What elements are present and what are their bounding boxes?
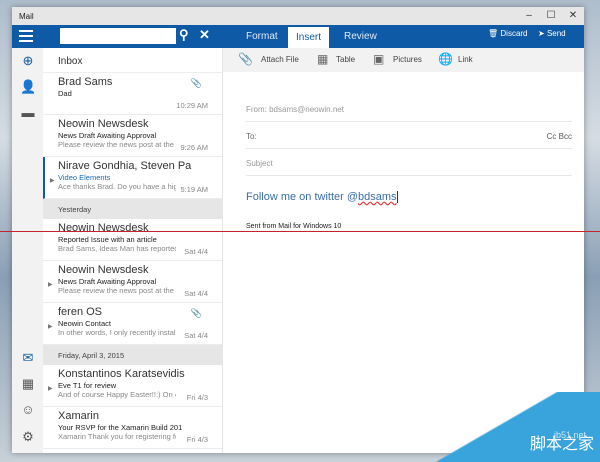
feedback-smiley-icon[interactable]: ☺ bbox=[20, 402, 36, 417]
calendar-icon[interactable]: ▦ bbox=[20, 376, 36, 392]
preview: In other words, I only recently instal bbox=[58, 328, 176, 337]
send-button[interactable]: ➤ Send bbox=[538, 29, 566, 38]
folder-title: Inbox bbox=[43, 48, 222, 73]
message-item[interactable]: ▶ feren OS Neowin Contact In other words, I… bbox=[43, 303, 222, 345]
attachment-icon: 📎 bbox=[190, 308, 202, 318]
expand-thread-icon[interactable]: ▶ bbox=[48, 323, 53, 330]
sender: feren OS bbox=[58, 306, 103, 318]
expand-thread-icon[interactable]: ▶ bbox=[48, 385, 53, 392]
tab-insert[interactable]: Insert bbox=[288, 27, 330, 48]
red-guide-line bbox=[0, 231, 600, 232]
preview: Xamarin Thank you for registering fc bbox=[58, 432, 176, 441]
table-icon: ▦ bbox=[317, 52, 329, 66]
to-label: To: bbox=[246, 132, 257, 141]
message-item[interactable]: Brad Sams Dad 📎 10:29 AM bbox=[43, 73, 222, 115]
subject: Reported Issue with an article bbox=[58, 235, 157, 244]
expand-thread-icon[interactable]: ▶ bbox=[48, 281, 53, 288]
subject: Eve T1 for review bbox=[58, 381, 117, 390]
message-item[interactable]: ▶ Konstantinos Karatsevidis Eve T1 for rev… bbox=[43, 365, 222, 407]
message-list: Inbox Brad Sams Dad 📎 10:29 AM Neowin Newsd… bbox=[43, 48, 223, 453]
search-input[interactable] bbox=[60, 28, 176, 44]
preview: And of course Happy Easter!!:) On 4 bbox=[58, 390, 176, 399]
time: 9:26 AM bbox=[180, 143, 208, 152]
maximize-button[interactable]: ☐ bbox=[540, 7, 562, 25]
subject-field[interactable]: Subject bbox=[246, 150, 572, 176]
time: Sat 4/4 bbox=[184, 331, 208, 340]
sender: Konstantinos Karatsevidis bbox=[58, 368, 185, 380]
sender: Neowin Newsdesk bbox=[58, 222, 149, 234]
cc-bcc-button[interactable]: Cc Bcc bbox=[547, 132, 572, 141]
subject: News Draft Awaiting Approval bbox=[58, 277, 157, 286]
sender: Xamarin bbox=[58, 410, 99, 422]
table-button[interactable]: Table bbox=[336, 55, 355, 64]
trash-icon: 🗑 bbox=[488, 29, 499, 38]
preview: Please review the news post at the t bbox=[58, 286, 176, 295]
time: 5:19 AM bbox=[180, 185, 208, 194]
send-icon: ➤ bbox=[538, 29, 545, 38]
tab-format[interactable]: Format bbox=[238, 25, 286, 48]
time: Fri 4/3 bbox=[186, 435, 208, 444]
message-item[interactable]: Neowin Newsdesk Reported Issue with an ar… bbox=[43, 219, 222, 261]
folders-icon[interactable]: ▬ bbox=[20, 105, 36, 120]
group-header: Friday, April 3, 2015 bbox=[43, 345, 222, 365]
link-globe-icon: 🌐 bbox=[438, 52, 453, 66]
paperclip-icon: 📎 bbox=[238, 52, 253, 66]
sender: Brad Sams bbox=[58, 76, 113, 88]
twitter-handle: bdsams bbox=[358, 191, 398, 203]
signature: Sent from Mail for Windows 10 bbox=[246, 223, 342, 230]
attachment-icon: 📎 bbox=[190, 78, 202, 88]
message-item[interactable]: Xamarin Your RSVP for the Xamarin Build 2… bbox=[43, 407, 222, 449]
expand-thread-icon[interactable]: ▶ bbox=[50, 177, 55, 184]
close-button[interactable]: ✕ bbox=[562, 7, 584, 25]
preview: Please review the news post at the bbox=[58, 140, 174, 149]
attach-file-button[interactable]: Attach File bbox=[261, 55, 299, 64]
group-header: Yesterday bbox=[43, 199, 222, 219]
mail-icon[interactable]: ✉ bbox=[20, 350, 36, 366]
to-field[interactable]: To: Cc Bcc bbox=[246, 123, 572, 149]
left-rail: ⊕ 👤 ▬ ✉ ▦ ☺ ⚙ bbox=[12, 48, 43, 453]
insert-toolbar: 📎 Attach File ▦ Table ▣ Pictures 🌐 Link bbox=[223, 48, 584, 72]
window-title: Mail bbox=[19, 12, 34, 21]
watermark-logo: jb51.net 脚本之家 bbox=[420, 392, 600, 462]
subject: Dad bbox=[58, 89, 72, 98]
link-button[interactable]: Link bbox=[458, 55, 473, 64]
settings-gear-icon[interactable]: ⚙ bbox=[20, 429, 36, 445]
discard-label: Discard bbox=[500, 29, 528, 38]
time: Sat 4/4 bbox=[184, 247, 208, 256]
send-label: Send bbox=[546, 29, 566, 38]
message-item[interactable]: ▶ Neowin Newsdesk News Draft Awaiting Appr… bbox=[43, 261, 222, 303]
discard-button[interactable]: 🗑 Discard bbox=[488, 29, 528, 38]
mail-window: Mail – ☐ ✕ ⚲ ✕ Format Insert Review 🗑 Di… bbox=[12, 7, 584, 453]
message-item[interactable]: Neowin Newsdesk News Draft Awaiting Appro… bbox=[43, 115, 222, 157]
time: 10:29 AM bbox=[176, 101, 208, 110]
accounts-icon[interactable]: 👤 bbox=[20, 79, 36, 95]
from-field[interactable]: From: bdsams@neowin.net bbox=[246, 96, 572, 122]
title-bar: Mail – ☐ ✕ bbox=[12, 7, 584, 25]
sender: Nirave Gondhia, Steven Pa bbox=[58, 160, 192, 172]
preview: Brad Sams, Ideas Man has reported bbox=[58, 244, 176, 253]
tab-review[interactable]: Review bbox=[336, 25, 385, 48]
preview: Ace thanks Brad. Do you have a hig bbox=[58, 182, 176, 191]
subject: Your RSVP for the Xamarin Build 201 bbox=[58, 423, 183, 432]
new-mail-icon[interactable]: ⊕ bbox=[20, 53, 36, 69]
message-body[interactable]: Follow me on twitter @bdsams bbox=[246, 191, 398, 203]
subject: Neowin Contact bbox=[58, 319, 111, 328]
pictures-button[interactable]: Pictures bbox=[393, 55, 422, 64]
subject: News Draft Awaiting Approval bbox=[58, 131, 157, 140]
search-icon[interactable]: ⚲ bbox=[179, 27, 189, 43]
subject: Video Elements bbox=[58, 173, 111, 182]
time: Sat 4/4 bbox=[184, 289, 208, 298]
time: Fri 4/3 bbox=[186, 393, 208, 402]
command-bar: ⚲ ✕ Format Insert Review 🗑 Discard ➤ Sen… bbox=[12, 25, 584, 48]
message-item-selected[interactable]: ▶ Nirave Gondhia, Steven Pa Video Elements… bbox=[43, 157, 222, 199]
body-text: Follow me on twitter @ bbox=[246, 191, 359, 203]
minimize-button[interactable]: – bbox=[518, 7, 540, 25]
sender: Neowin Newsdesk bbox=[58, 264, 149, 276]
pictures-icon: ▣ bbox=[373, 52, 385, 66]
sender: Neowin Newsdesk bbox=[58, 118, 149, 130]
hamburger-menu-icon[interactable] bbox=[19, 30, 33, 42]
clear-search-icon[interactable]: ✕ bbox=[199, 27, 210, 43]
